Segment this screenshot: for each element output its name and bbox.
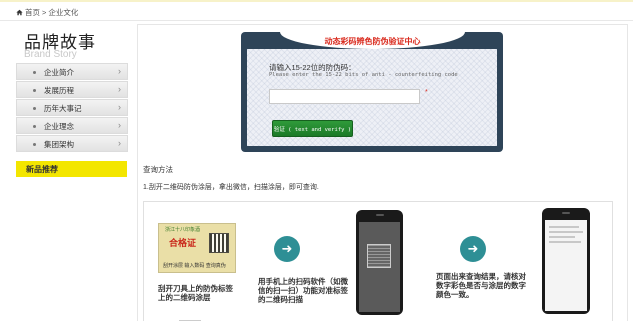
sidebar-item-structure[interactable]: 集团架构 ›: [16, 135, 128, 152]
step-scan-text: 用手机上的扫码软件（如微信的扫一扫）功能对准标签的二维码扫描: [258, 277, 348, 304]
steps-illustration: 浙江十八印象酒 合格证 刮开涂层 输入数码 查询真伪 刮开刀具上的防伪标签上的二…: [143, 201, 613, 321]
phone-screen: [359, 222, 400, 312]
chevron-right-icon: ›: [118, 84, 121, 94]
result-line: [549, 231, 583, 233]
top-accent-line: [0, 0, 633, 2]
sidebar-item-label: 发展历程: [44, 86, 74, 95]
sidebar-item-label: 历年大事记: [44, 104, 82, 113]
result-line: [549, 226, 579, 228]
verification-panel: 动态彩码辨色防伪验证中心 请输入15-22位的防伪码： Please enter…: [241, 32, 503, 152]
arrow-right-icon: ➜: [460, 236, 486, 262]
breadcrumb-separator: >: [42, 8, 47, 17]
bullet-icon: [33, 71, 36, 74]
new-products-heading[interactable]: 新品推荐: [16, 161, 127, 177]
scan-frame-icon: [367, 244, 391, 268]
bullet-icon: [33, 143, 36, 146]
sidebar-item-milestones[interactable]: 历年大事记 ›: [16, 99, 128, 116]
bullet-icon: [33, 125, 36, 128]
sidebar-item-label: 企业简介: [44, 68, 74, 77]
sidebar-item-label: 集团架构: [44, 140, 74, 149]
verify-button[interactable]: 验证 ( text and verify ): [272, 120, 353, 137]
phone-screen: [545, 220, 587, 311]
required-mark: *: [425, 89, 428, 96]
arrow-right-icon: ➜: [274, 236, 300, 262]
label-footer-text: 刮开涂层 输入数码 查询真伪: [163, 263, 226, 269]
step-result-text: 页面出来查询结果，请核对数字彩色是否与涂层的数字颜色一致。: [436, 272, 526, 299]
sidebar-item-philosophy[interactable]: 企业理念 ›: [16, 117, 128, 134]
label-brand-text: 浙江十八印象酒: [165, 227, 201, 233]
qr-code-icon: [209, 233, 229, 253]
phone-camera-icon: [375, 214, 384, 216]
query-method-title: 查询方法: [143, 165, 173, 174]
header-divider: [0, 20, 633, 21]
breadcrumb-current: 企业文化: [48, 8, 79, 17]
verification-form: 请输入15-22位的防伪码： Please enter the 15-22 bi…: [247, 49, 497, 146]
home-icon[interactable]: [16, 9, 23, 16]
query-step-1: 1.刮开二维码防伪涂层，拿出微信，扫描涂层，即可查询.: [143, 184, 319, 191]
label-certificate-text: 合格证: [169, 238, 197, 248]
breadcrumb: 首页 > 企业文化: [16, 7, 78, 18]
sidebar-subtitle: Brand Story: [24, 49, 77, 60]
phone-result-image: [542, 208, 590, 314]
phone-camera-icon: [562, 212, 570, 214]
sidebar-item-history[interactable]: 发展历程 ›: [16, 81, 128, 98]
anti-counterfeit-code-input[interactable]: [269, 89, 420, 104]
chevron-right-icon: ›: [118, 66, 121, 76]
sidebar-item-label: 企业理念: [44, 122, 74, 131]
code-prompt-en: Please enter the 15-22 bits of anti - co…: [269, 72, 458, 78]
verification-title: 动态彩码辨色防伪验证中心: [280, 32, 465, 49]
chevron-right-icon: ›: [118, 102, 121, 112]
phone-scanning-image: [356, 210, 403, 315]
sidebar: 品牌故事 Brand Story 企业简介 › 发展历程 › 历年大事记 › 企…: [16, 24, 130, 184]
chevron-right-icon: ›: [118, 138, 121, 148]
result-line: [549, 236, 575, 238]
main-content: 动态彩码辨色防伪验证中心 请输入15-22位的防伪码： Please enter…: [137, 24, 628, 321]
bullet-icon: [33, 89, 36, 92]
result-line: [549, 241, 581, 243]
breadcrumb-home-link[interactable]: 首页: [25, 7, 40, 18]
bullet-icon: [33, 107, 36, 110]
chevron-right-icon: ›: [118, 120, 121, 130]
anti-counterfeit-label-image: 浙江十八印象酒 合格证 刮开涂层 输入数码 查询真伪: [158, 223, 236, 273]
step-scratch-text: 刮开刀具上的防伪标签上的二维码涂层: [158, 284, 233, 302]
sidebar-item-company-intro[interactable]: 企业简介 ›: [16, 63, 128, 80]
sidebar-menu: 企业简介 › 发展历程 › 历年大事记 › 企业理念 › 集团架构 ›: [16, 63, 130, 153]
